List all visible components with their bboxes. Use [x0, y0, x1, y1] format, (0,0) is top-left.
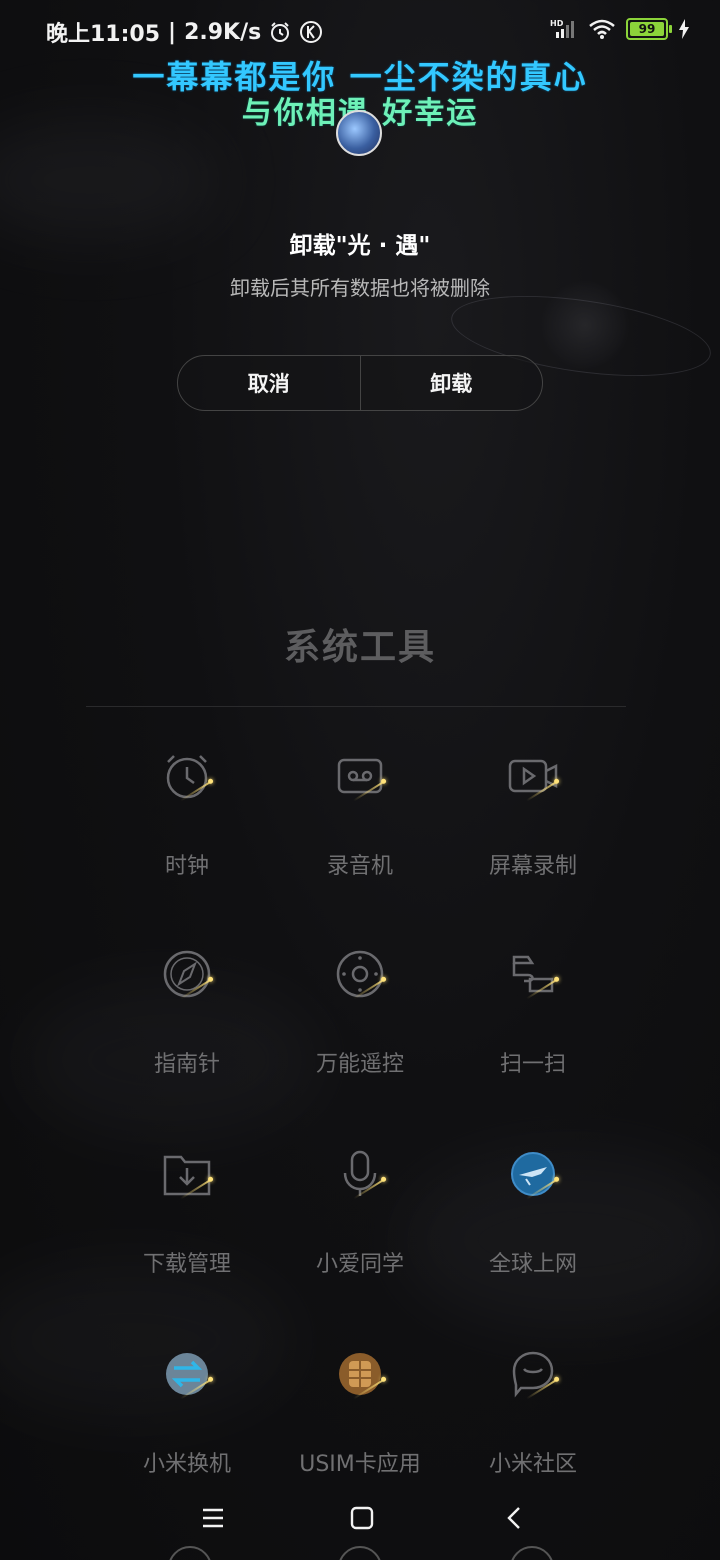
app-icon [336, 110, 382, 156]
app-label: USIM卡应用 [299, 1452, 421, 1477]
app-scanner[interactable]: 扫一扫 [446, 938, 620, 1138]
app-clock[interactable]: 时钟 [100, 740, 274, 940]
cancel-button[interactable]: 取消 [178, 356, 360, 410]
battery-level: 99 [638, 22, 656, 36]
app-label: 下载管理 [142, 1252, 231, 1277]
app-recorder[interactable]: 录音机 [273, 740, 447, 940]
app-label: 屏幕录制 [488, 854, 577, 879]
status-right: HD 99 [550, 18, 690, 40]
back-icon [507, 1507, 520, 1529]
app-label: 全球上网 [488, 1252, 577, 1277]
alarm-icon [271, 22, 290, 42]
app-label: 扫一扫 [499, 1052, 566, 1077]
battery-indicator: 99 [626, 18, 672, 40]
app-label: 录音机 [326, 854, 393, 879]
back-button[interactable] [490, 1494, 538, 1542]
charging-icon [679, 19, 689, 39]
dialog-title: 卸载"光 · 遇" [289, 233, 431, 259]
folder-title: 系统工具 [283, 627, 436, 668]
app-label: 时钟 [164, 854, 209, 879]
app-remote[interactable]: 万能遥控 [273, 938, 447, 1138]
partial-app-icon [168, 1546, 212, 1560]
app-label: 小爱同学 [315, 1252, 404, 1277]
background-cloud [0, 120, 220, 240]
home-icon [350, 1506, 374, 1530]
app-label: 小米换机 [142, 1452, 231, 1477]
status-time: 晚上11:05 [46, 22, 161, 47]
partial-app-icon [510, 1546, 554, 1560]
status-left: 晚上11:05 | 2.9K/s [46, 16, 323, 48]
app-screen-record[interactable]: 屏幕录制 [446, 740, 620, 940]
wifi-icon [589, 19, 615, 39]
home-button[interactable] [338, 1494, 386, 1542]
app-label: 指南针 [153, 1052, 220, 1077]
menu-button[interactable] [189, 1494, 237, 1542]
app-xiaoai[interactable]: 小爱同学 [273, 1138, 447, 1338]
app-download-manager[interactable]: 下载管理 [100, 1138, 274, 1338]
partial-app-icon [338, 1546, 382, 1560]
app-global-internet[interactable]: 全球上网 [446, 1138, 620, 1338]
dialog-button-group: 取消 卸载 [177, 355, 543, 411]
svg-text:HD: HD [550, 19, 564, 28]
uninstall-button[interactable]: 卸载 [359, 356, 543, 410]
dialog-description: 卸载后其所有数据也将被删除 [230, 276, 490, 300]
app-label: 小米社区 [488, 1452, 577, 1477]
status-separator: | [168, 19, 177, 45]
navigation-bar [0, 1488, 720, 1548]
app-label: 万能遥控 [315, 1052, 404, 1077]
signal-hd-icon: HD [550, 19, 574, 38]
menu-icon [203, 1508, 223, 1528]
status-net-speed: 2.9K/s [184, 19, 262, 45]
app-compass[interactable]: 指南针 [100, 938, 274, 1138]
k-app-notification-icon [300, 21, 323, 43]
folder-divider [86, 706, 626, 707]
